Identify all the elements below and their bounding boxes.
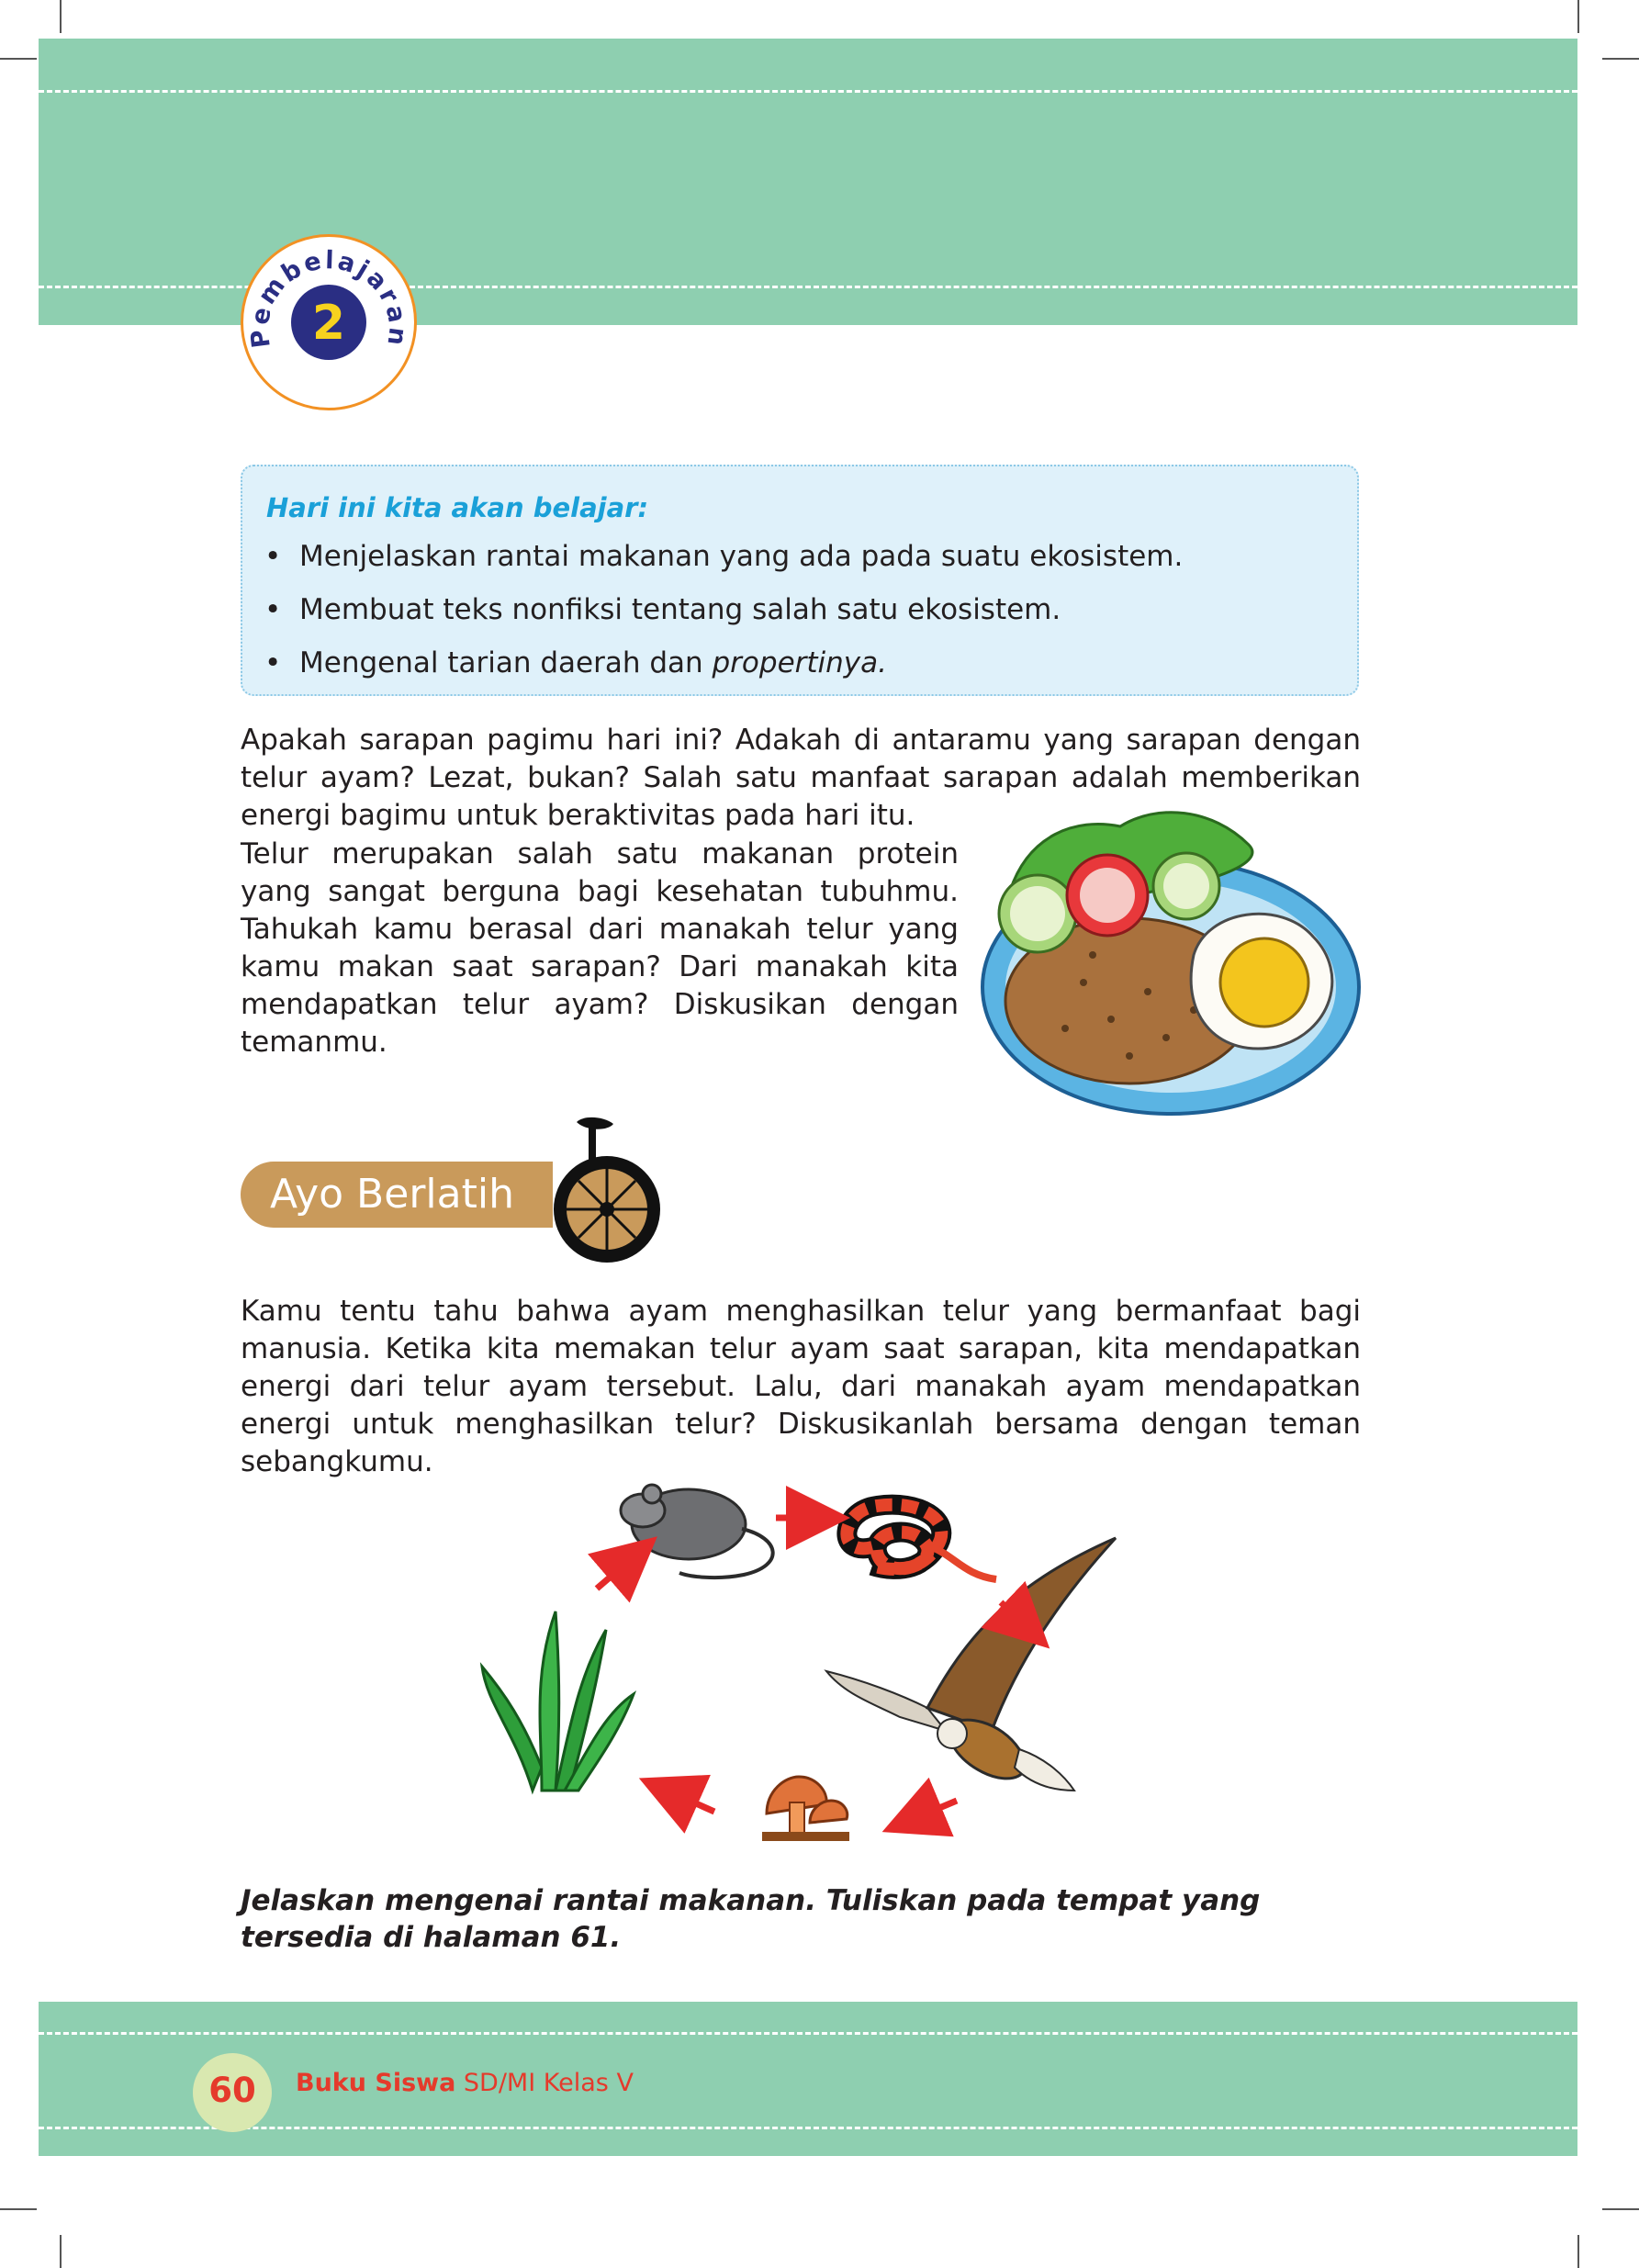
crop-mark bbox=[0, 58, 37, 60]
mouse-icon bbox=[619, 1483, 775, 1580]
bullet-icon: • bbox=[264, 540, 282, 573]
lesson-number-circle: 2 bbox=[291, 285, 366, 360]
learning-goal-item: • Mengenal tarian daerah dan propertinya. bbox=[264, 646, 887, 679]
learning-goal-item: • Menjelaskan rantai makanan yang ada pad… bbox=[264, 540, 1184, 573]
snake-icon bbox=[836, 1494, 997, 1583]
practice-paragraph: Kamu tentu tahu bahwa ayam menghasilkan … bbox=[241, 1295, 1361, 1478]
practice-section-tab: Ayo Berlatih bbox=[241, 1162, 553, 1228]
unicycle-icon bbox=[554, 1117, 660, 1263]
learning-goals-box: Hari ini kita akan belajar: • Menjelaskan… bbox=[241, 465, 1359, 696]
grass-icon bbox=[479, 1611, 637, 1795]
arrow-grass-to-mouse bbox=[588, 1536, 657, 1603]
learning-goal-item: • Membuat teks nonfiksi tentang salah sat… bbox=[264, 593, 1061, 626]
crop-mark bbox=[60, 2235, 62, 2268]
crop-mark bbox=[1602, 58, 1639, 60]
arrow-eagle-to-mushroom bbox=[881, 1777, 959, 1837]
arrow-mushroom-to-grass bbox=[638, 1774, 716, 1834]
crop-mark bbox=[1602, 2208, 1639, 2210]
mushroom-icon bbox=[762, 1775, 849, 1841]
book-title: Buku Siswa SD/MI Kelas V bbox=[296, 2069, 634, 2097]
intro-paragraph-side: Telur merupakan salah satu makanan prote… bbox=[241, 837, 959, 1059]
page-number: 60 bbox=[208, 2071, 256, 2110]
crop-mark bbox=[1577, 2235, 1579, 2268]
bullet-icon: • bbox=[264, 646, 282, 679]
fried-rice-egg-plate-illustration bbox=[981, 811, 1361, 1116]
header-dash-line bbox=[39, 90, 1577, 93]
instruction-text: Jelaskan mengenai rantai makanan. Tulisk… bbox=[241, 1884, 1261, 1954]
footer-dash-line bbox=[39, 2032, 1577, 2035]
crop-mark bbox=[0, 2208, 37, 2210]
learning-goals-title: Hari ini kita akan belajar: bbox=[266, 492, 649, 523]
crop-mark bbox=[1577, 0, 1579, 33]
lesson-badge: Pembelajaran 2 bbox=[241, 234, 417, 410]
food-chain-diagram bbox=[479, 1483, 1117, 1841]
eagle-icon bbox=[824, 1536, 1117, 1792]
practice-section-label: Ayo Berlatih bbox=[270, 1171, 514, 1218]
lesson-number: 2 bbox=[311, 296, 346, 351]
footer-dash-line bbox=[39, 2127, 1577, 2129]
crop-mark bbox=[60, 0, 62, 33]
bullet-icon: • bbox=[264, 593, 282, 626]
page-number-badge: 60 bbox=[193, 2053, 272, 2132]
